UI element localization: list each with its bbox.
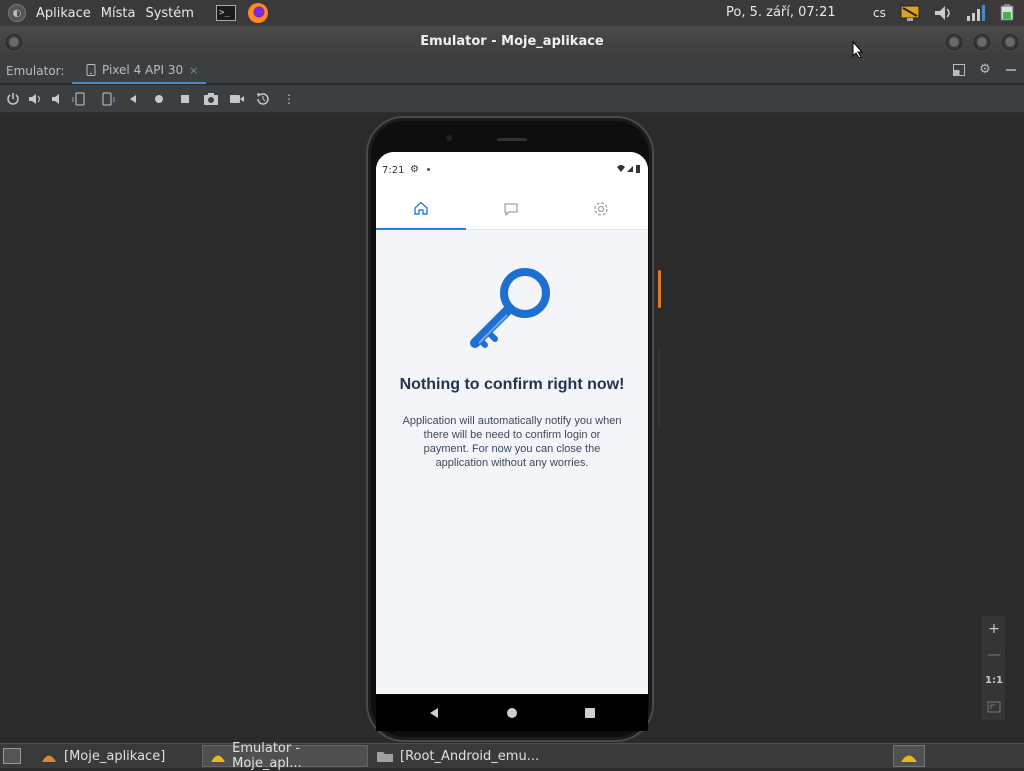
keyboard-language[interactable]: cs (873, 0, 886, 26)
hide-panel-icon[interactable] (1004, 63, 1018, 77)
status-time: 7:21 (382, 165, 405, 176)
android-home-button[interactable] (504, 705, 520, 721)
zoom-controls: + — 1:1 (980, 615, 1006, 721)
android-status-bar: 7:21 ⚙ (376, 152, 648, 188)
window-title: Emulator - Moje_aplikace (420, 34, 604, 49)
tray-android-emulator-icon[interactable] (893, 745, 925, 767)
phone-frame: 7:21 ⚙ Nothing to confirm right now! App… (366, 116, 661, 742)
window-mode-icon[interactable] (952, 63, 966, 77)
menu-logo-icon[interactable]: ◐ (8, 4, 26, 22)
network-signal-icon[interactable] (964, 3, 986, 23)
maximize-button[interactable] (974, 34, 990, 50)
phone-side-button[interactable] (658, 270, 661, 308)
device-tab-label: Pixel 4 API 30 (102, 63, 184, 77)
empty-state: Nothing to confirm right now! Applicatio… (376, 231, 648, 694)
android-studio-icon (42, 755, 56, 762)
mouse-cursor-icon (852, 41, 864, 59)
fit-screen-icon[interactable] (981, 694, 1007, 720)
status-system-icons (616, 164, 642, 177)
android-emulator-icon (211, 755, 225, 762)
home-icon[interactable] (151, 91, 167, 107)
volume-up-icon[interactable] (27, 91, 43, 107)
power-icon[interactable] (5, 91, 21, 107)
android-back-button[interactable] (426, 705, 442, 721)
battery-power-icon[interactable] (996, 3, 1018, 23)
rotate-right-icon[interactable] (99, 91, 115, 107)
task-emulator[interactable]: Emulator - Moje_apl... (202, 741, 368, 771)
bottom-taskbar: [Moje_aplikace] Emulator - Moje_apl... [… (0, 741, 1024, 771)
folder-icon (377, 752, 393, 762)
gear-icon[interactable]: ⚙ (978, 63, 992, 77)
tab-messages[interactable] (466, 188, 556, 230)
screenshot-icon[interactable] (203, 91, 219, 107)
task-root-android-emu[interactable]: [Root_Android_emu... (370, 745, 540, 767)
snapshot-icon[interactable] (255, 91, 271, 107)
tab-settings[interactable] (556, 188, 646, 230)
task-label: [Root_Android_emu... (400, 748, 540, 764)
zoom-in-button[interactable]: + (981, 616, 1007, 642)
emulator-canvas: 7:21 ⚙ Nothing to confirm right now! App… (0, 113, 1024, 743)
firefox-icon[interactable] (247, 3, 268, 23)
terminal-icon[interactable]: >_ (215, 5, 236, 21)
zoom-out-button[interactable]: — (981, 642, 1007, 668)
app-tab-bar (376, 188, 648, 230)
close-window-button[interactable] (1002, 34, 1018, 50)
tab-close-icon[interactable]: × (189, 64, 198, 77)
phone-volume-rocker[interactable] (658, 348, 660, 428)
earpiece (497, 138, 527, 141)
status-settings-icon: ⚙ (410, 164, 419, 175)
home-icon (414, 201, 428, 215)
menu-aplikace[interactable]: Aplikace (36, 6, 91, 21)
phone-screen[interactable]: 7:21 ⚙ Nothing to confirm right now! App… (376, 152, 648, 694)
phone-device-icon (86, 64, 96, 76)
emulator-tabbar: Emulator: Pixel 4 API 30 × ⚙ (0, 58, 1024, 84)
back-icon[interactable] (125, 91, 141, 107)
window-menu-button[interactable] (6, 34, 22, 50)
tab-device[interactable]: Pixel 4 API 30 × (72, 58, 206, 84)
wifi-battery-icon (617, 165, 640, 173)
task-label: [Moje_aplikace] (64, 748, 166, 764)
task-moje-aplikace[interactable]: [Moje_aplikace] (34, 745, 198, 767)
messages-icon (504, 203, 518, 216)
task-label: Emulator - Moje_apl... (232, 741, 302, 771)
empty-state-title: Nothing to confirm right now! (399, 376, 625, 393)
key-icon (470, 268, 550, 348)
empty-state-description: Application will automatically notify yo… (402, 415, 622, 469)
emulator-label: Emulator: (6, 64, 65, 78)
settings-icon (594, 202, 608, 216)
menu-mista[interactable]: Místa (101, 6, 136, 21)
volume-icon[interactable] (932, 3, 954, 23)
show-desktop-icon[interactable] (3, 748, 21, 764)
clock[interactable]: Po, 5. září, 07:21 (726, 0, 836, 26)
actual-size-button[interactable]: 1:1 (981, 668, 1007, 694)
volume-down-icon[interactable] (49, 91, 65, 107)
menu-system[interactable]: Systém (145, 6, 193, 21)
window-titlebar[interactable]: Emulator - Moje_aplikace (0, 26, 1024, 58)
top-panel: ◐ Aplikace Místa Systém >_ Po, 5. září, … (0, 0, 1024, 26)
overview-icon[interactable] (177, 91, 193, 107)
rotate-left-icon[interactable] (72, 91, 88, 107)
screen-record-icon[interactable] (229, 91, 245, 107)
status-notification-dot (427, 168, 430, 171)
android-overview-button[interactable] (582, 705, 598, 721)
minimize-button[interactable] (946, 34, 962, 50)
emulator-toolbar: ⋮ (0, 85, 1024, 113)
front-camera (446, 135, 452, 141)
android-nav-bar (376, 695, 648, 731)
display-icon[interactable] (899, 3, 921, 23)
more-icon[interactable]: ⋮ (281, 91, 297, 107)
tab-home[interactable] (376, 188, 466, 230)
